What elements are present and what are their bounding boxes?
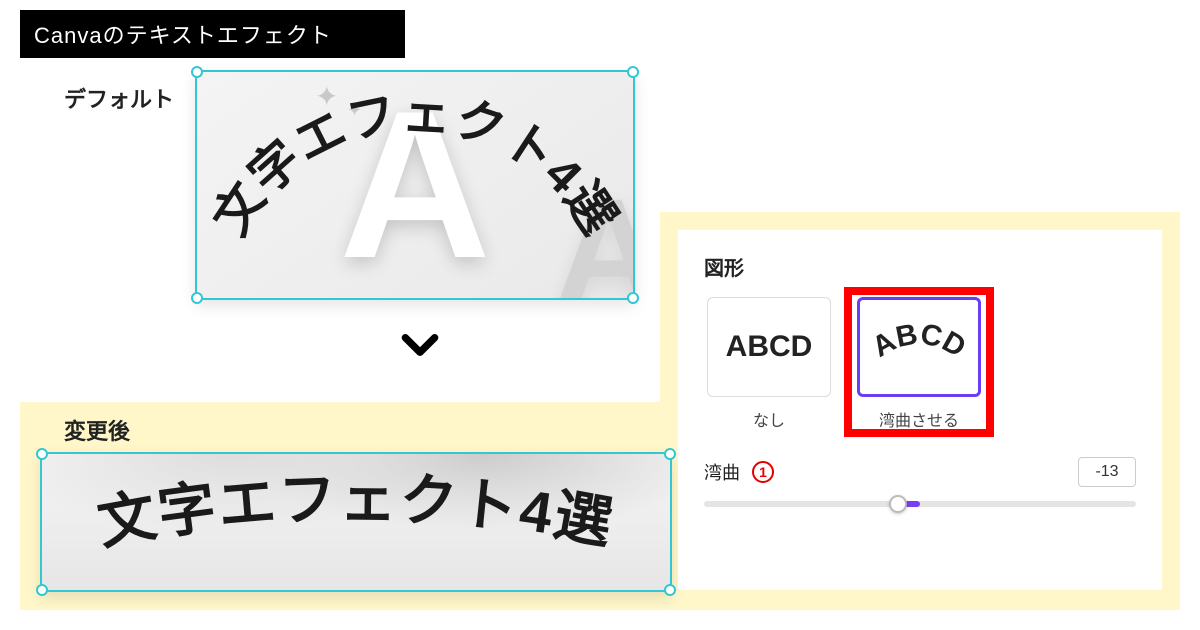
resize-handle[interactable] [627, 292, 639, 304]
resize-handle[interactable] [664, 584, 676, 596]
svg-text:文字エフェクト4選: 文字エフェクト4選 [93, 467, 619, 557]
option-thumb-curve: ABCD [857, 297, 981, 397]
resize-handle[interactable] [36, 448, 48, 460]
slider-value-input[interactable]: -13 [1078, 457, 1136, 487]
slider-knob[interactable] [889, 495, 907, 513]
resize-handle[interactable] [36, 584, 48, 596]
page-title: Canvaのテキストエフェクト [20, 10, 405, 58]
curve-slider[interactable] [704, 501, 1136, 507]
curve-slider-row: 湾曲 1 -13 [704, 457, 1136, 487]
curved-text: 文字エフェクト4選 [197, 72, 633, 300]
resize-handle[interactable] [664, 448, 676, 460]
option-label: なし [753, 407, 785, 431]
annotation-marker: 1 [752, 461, 774, 483]
shape-option-none[interactable]: ABCD なし [704, 297, 834, 431]
shape-option-curve[interactable]: ABCD 湾曲させる [854, 297, 984, 431]
chevron-down-icon [395, 320, 445, 370]
svg-text:文字エフェクト4選: 文字エフェクト4選 [203, 85, 627, 244]
option-label: 湾曲させる [879, 407, 959, 431]
preview-after[interactable]: 文字エフェクト4選 [40, 452, 672, 592]
resize-handle[interactable] [191, 292, 203, 304]
panel-title: 図形 [704, 252, 1136, 281]
resize-handle[interactable] [191, 66, 203, 78]
shape-panel: 図形 ABCD なし ABCD 湾曲させる 湾曲 1 -13 [678, 230, 1162, 590]
label-default: デフォルト [64, 82, 174, 114]
shape-options: ABCD なし ABCD 湾曲させる [704, 297, 1136, 431]
svg-text:ABCD: ABCD [867, 318, 972, 364]
resize-handle[interactable] [627, 66, 639, 78]
preview-default[interactable]: A ✦ ✦ 文字エフェクト4選 [195, 70, 635, 300]
label-after: 変更後 [64, 414, 130, 446]
option-thumb-none: ABCD [707, 297, 831, 397]
slider-label: 湾曲 [704, 459, 740, 485]
curved-text-after: 文字エフェクト4選 [42, 454, 670, 593]
